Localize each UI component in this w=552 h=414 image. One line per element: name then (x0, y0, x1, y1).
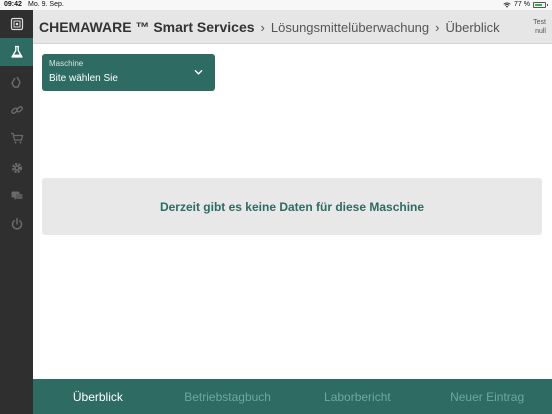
sidebar-item-settings[interactable] (0, 154, 33, 182)
breadcrumb-solvent-monitoring[interactable]: Lösungsmittelüberwachung (271, 20, 429, 35)
flask-icon (10, 45, 23, 58)
machine-select-label: Maschine (49, 59, 84, 68)
header: CHEMAWARE ™ Smart Services › Lösungsmitt… (33, 10, 552, 44)
bottom-tab-bar: Überblick Betriebstagbuch Laborbericht N… (33, 379, 552, 414)
breadcrumb-overview: Überblick (445, 19, 500, 35)
empty-state-panel: Derzeit gibt es keine Daten für diese Ma… (42, 178, 542, 235)
app-screen: 09:42 Mo. 9. Sep. 77 % CHEMAWARE ™ Smart… (0, 0, 552, 414)
link-icon (10, 105, 23, 115)
user-company: null (535, 28, 546, 35)
chevron-right-icon: › (260, 19, 265, 35)
chevron-right-icon: › (435, 19, 440, 35)
sidebar-item-home[interactable] (0, 10, 33, 38)
status-time: 09:42 (4, 1, 22, 8)
app-title[interactable]: CHEMAWARE ™ Smart Services (39, 19, 255, 35)
machine-select-value: Bite wählen Sie (49, 73, 118, 84)
battery-icon (533, 1, 548, 8)
tab-operations-log[interactable]: Betriebstagbuch (163, 379, 293, 414)
chat-icon (11, 191, 22, 200)
sidebar-item-recycling[interactable] (0, 68, 33, 96)
tab-new-entry[interactable]: Neuer Eintrag (422, 379, 552, 414)
machine-select[interactable]: Maschine Bite wählen Sie (42, 54, 215, 91)
status-right: 77 % (503, 1, 548, 8)
gear-icon (11, 162, 22, 174)
user-name: Test (533, 19, 546, 26)
recycle-icon (10, 76, 21, 88)
sidebar-item-shop[interactable] (0, 124, 33, 152)
sidebar (0, 10, 33, 414)
app-icon (10, 17, 23, 31)
tab-overview[interactable]: Überblick (33, 379, 163, 414)
cart-icon (10, 132, 23, 144)
sidebar-item-logout[interactable] (0, 210, 33, 238)
sidebar-item-messages[interactable] (0, 182, 33, 210)
sidebar-item-solvent-monitoring[interactable] (0, 38, 33, 66)
wifi-icon (503, 2, 511, 8)
chevron-down-icon (194, 70, 203, 75)
empty-state-message: Derzeit gibt es keine Daten für diese Ma… (159, 199, 425, 214)
tab-lab-report[interactable]: Laborbericht (293, 379, 423, 414)
status-date: Mo. 9. Sep. (28, 1, 64, 8)
status-bar: 09:42 Mo. 9. Sep. 77 % (0, 0, 552, 10)
breadcrumb: CHEMAWARE ™ Smart Services › Lösungsmitt… (39, 19, 500, 35)
power-icon (11, 217, 22, 230)
sidebar-item-links[interactable] (0, 96, 33, 124)
user-info[interactable]: Test null (533, 18, 546, 36)
battery-percent: 77 % (514, 1, 530, 8)
